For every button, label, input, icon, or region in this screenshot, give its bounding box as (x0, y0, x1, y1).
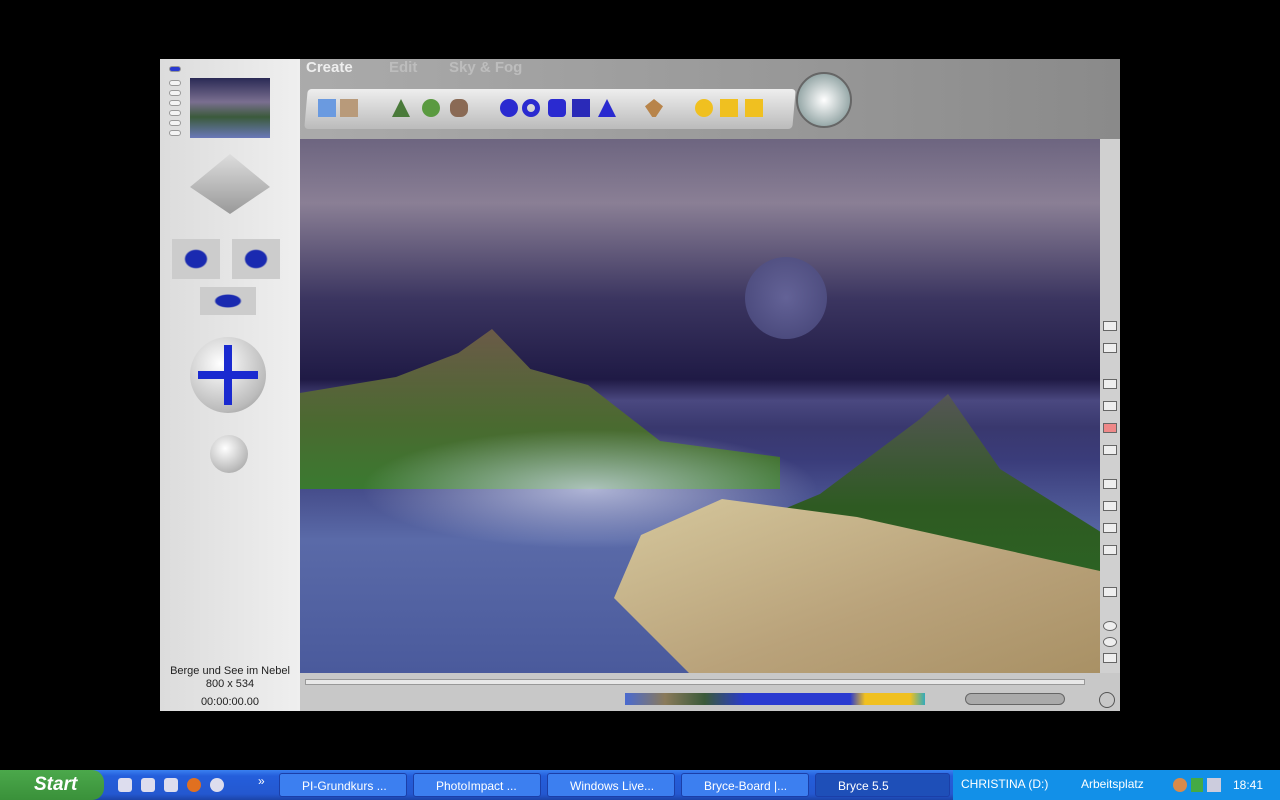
box-view-icon[interactable] (1103, 587, 1117, 597)
drive-toolbar[interactable]: CHRISTINA (D:) (961, 777, 1048, 791)
timeline-scrubber[interactable] (305, 679, 1085, 685)
render-options-icon[interactable] (1103, 523, 1117, 533)
display-mode-icon[interactable] (1103, 445, 1117, 455)
windows-taskbar: Start » PI-Grundkurs ... PhotoImpact ...… (0, 770, 1280, 800)
zoom-in-icon[interactable] (1103, 621, 1117, 631)
camera-trackball-icon[interactable] (232, 239, 280, 279)
view-memory-dot[interactable] (169, 66, 181, 72)
zoom-out-icon[interactable] (1103, 637, 1117, 647)
spotlight-icon[interactable] (720, 99, 738, 117)
animation-bar (300, 673, 1120, 711)
menu-sky-fog[interactable]: Sky & Fog (449, 59, 522, 76)
view-memory-dot[interactable] (169, 110, 181, 116)
camera-pan-icon[interactable] (200, 287, 256, 315)
sphere-icon[interactable] (500, 99, 518, 117)
task-pi-grundkurs[interactable]: PI-Grundkurs ... (279, 773, 407, 797)
eraser-icon[interactable] (1103, 343, 1117, 353)
cylinder-icon[interactable] (548, 99, 566, 117)
render-options-icon[interactable] (1103, 479, 1117, 489)
scene-name: Berge und See im Nebel (170, 665, 290, 677)
brush-icon[interactable] (1103, 321, 1117, 331)
bryce-logo-button[interactable] (796, 72, 852, 128)
menu-edit[interactable]: Edit (389, 59, 417, 76)
globe-icon[interactable] (1099, 692, 1115, 708)
render-options-icon[interactable] (1103, 545, 1117, 555)
square-light-icon[interactable] (745, 99, 763, 117)
clock: 18:41 (1233, 778, 1264, 792)
move-arrows-icon[interactable] (190, 337, 266, 413)
display-mode-icon[interactable] (1103, 379, 1117, 389)
scene-time: 00:00:00.00 (200, 696, 260, 708)
menu-create[interactable]: Create (306, 59, 353, 76)
bryce-window: Create Edit Sky & Fog Berge und See im N… (160, 59, 1120, 711)
task-bryce-board[interactable]: Bryce-Board |... (681, 773, 809, 797)
render-button[interactable] (210, 435, 248, 473)
rock-icon[interactable] (450, 99, 468, 117)
top-toolbar: Create Edit Sky & Fog (160, 59, 1120, 139)
hand-pan-icon[interactable] (1103, 653, 1117, 663)
start-button[interactable]: Start (0, 770, 104, 800)
light-icon[interactable] (695, 99, 713, 117)
camera-trackball-icon[interactable] (172, 239, 220, 279)
display-mode-icon[interactable] (1103, 401, 1117, 411)
scene-size: 800 x 534 (205, 678, 255, 690)
view-control-icon[interactable] (190, 154, 270, 214)
firefox-icon[interactable] (187, 778, 201, 792)
view-memory-dot[interactable] (169, 80, 181, 86)
view-memory-dot[interactable] (169, 120, 181, 126)
task-bryce[interactable]: Bryce 5.5 (815, 773, 950, 797)
photoimpact-icon[interactable] (141, 778, 155, 792)
quicklaunch-chevron[interactable]: » (258, 774, 265, 788)
media-player-icon[interactable] (210, 778, 224, 792)
tray-expand-icon[interactable] (1173, 778, 1187, 792)
messenger-icon[interactable] (1191, 778, 1203, 792)
display-tools (1100, 139, 1120, 673)
ie-icon[interactable] (118, 778, 132, 792)
nano-preview[interactable] (190, 78, 270, 138)
app-icon[interactable] (164, 778, 178, 792)
system-tray: CHRISTINA (D:) Arbeitsplatz 18:41 (953, 770, 1280, 800)
network-icon[interactable] (1207, 778, 1221, 792)
playback-controls[interactable] (965, 693, 1065, 705)
moon (745, 257, 827, 339)
render-options-icon[interactable] (1103, 501, 1117, 511)
tree-icon[interactable] (422, 99, 440, 117)
desktop-toolbar[interactable]: Arbeitsplatz (1081, 777, 1144, 791)
view-memory-dot[interactable] (169, 100, 181, 106)
task-windows-live[interactable]: Windows Live... (547, 773, 675, 797)
task-photoimpact[interactable]: PhotoImpact ... (413, 773, 541, 797)
ground-plane-icon[interactable] (340, 99, 358, 117)
view-memory-dot[interactable] (169, 130, 181, 136)
record-icon[interactable] (1103, 423, 1117, 433)
control-palette: Berge und See im Nebel 800 x 534 00:00:0… (160, 59, 300, 711)
cube-icon[interactable] (572, 99, 590, 117)
render-view[interactable] (300, 139, 1100, 673)
objects-strip[interactable] (625, 693, 925, 705)
water-plane-icon[interactable] (318, 99, 336, 117)
view-memory-dot[interactable] (169, 90, 181, 96)
torus-icon[interactable] (522, 99, 540, 117)
